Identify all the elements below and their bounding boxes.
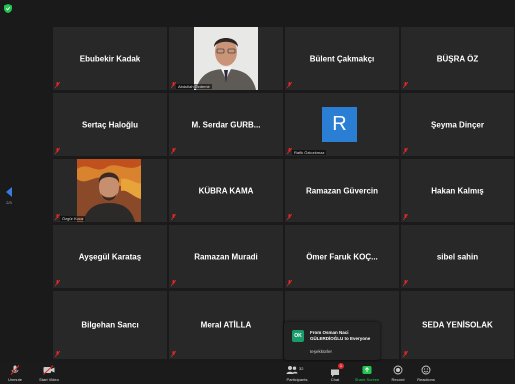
participant-tile[interactable]: Hakan Kalmış [401, 159, 514, 222]
chat-notification-popup[interactable]: OK From Osman Naci GÜLERDİOĞLU to Everyo… [284, 322, 380, 360]
chat-button[interactable]: 1 Chat [326, 363, 344, 382]
participant-tile[interactable]: sibel sahin [401, 225, 514, 288]
muted-mic-icon [403, 148, 408, 154]
participant-name: M. Serdar GURB... [191, 120, 261, 129]
muted-mic-icon [55, 148, 60, 154]
record-button[interactable]: Record [388, 365, 408, 382]
muted-mic-icon [171, 148, 176, 154]
participants-count: 32 [299, 366, 304, 371]
participant-name: sibel sahin [436, 252, 479, 261]
muted-mic-icon [403, 214, 408, 220]
muted-mic-icon [287, 214, 292, 220]
reactions-button[interactable]: Reactions [414, 365, 438, 382]
participant-video-feed [194, 27, 258, 90]
muted-mic-icon [55, 280, 60, 286]
participant-name: Sertaç Haloğlu [81, 120, 138, 129]
participant-tile[interactable]: Ömer Faruk KOÇ... [285, 225, 399, 288]
video-off-icon [43, 365, 55, 375]
chat-bubble-icon [331, 369, 339, 377]
meeting-toolbar: Unmute Start Video 32 Participants 1 Cha… [0, 362, 515, 384]
participant-name: Şeyma Dinçer [431, 120, 484, 129]
participant-tile[interactable]: KÜBRA KAMA [169, 159, 283, 222]
participant-name: Bilgehan Sancı [81, 320, 139, 330]
participant-tile[interactable]: Bülent Çakmakçı [285, 27, 399, 90]
participant-tile-video[interactable]: Abdullah Özdemir [169, 27, 283, 90]
participant-tile[interactable]: BÜŞRA ÖZ [401, 27, 514, 90]
muted-mic-icon [287, 280, 292, 286]
gallery-prev-page-button[interactable]: 2/3 [4, 187, 14, 211]
participant-tile[interactable]: Bilgehan Sancı [53, 291, 167, 359]
participant-name: Ömer Faruk KOÇ... [306, 252, 378, 261]
participant-name: BÜŞRA ÖZ [436, 54, 479, 63]
participants-label: Participants [286, 377, 308, 382]
participants-button[interactable]: 32 Participants [282, 365, 312, 382]
participant-name: Hakan Kalmış [431, 186, 484, 195]
participant-name: Bülent Çakmakçı [309, 54, 375, 63]
start-video-button[interactable]: Start Video [34, 365, 64, 382]
muted-mic-icon [171, 214, 176, 220]
participant-avatar: R [322, 107, 357, 142]
participant-name: Ramazan Güvercin [305, 186, 379, 195]
muted-mic-icon [287, 82, 292, 88]
participant-name: KÜBRA KAMA [198, 186, 254, 195]
chat-sender: From Osman Naci GÜLERDİOĞLU to Everyone [310, 330, 370, 342]
chat-sender-line2: GÜLERDİOĞLU to Everyone [310, 336, 371, 341]
participant-tile-video[interactable]: Özgür Koca [53, 159, 167, 222]
muted-mic-icon [403, 351, 408, 357]
smiley-icon [421, 365, 431, 375]
share-screen-label: Share Screen [354, 377, 380, 382]
muted-microphone-icon [10, 365, 20, 375]
participant-tile[interactable]: Sertaç Haloğlu [53, 93, 167, 156]
participant-tile[interactable]: Ramazan Muradi [169, 225, 283, 288]
record-icon [393, 365, 403, 375]
participant-tile[interactable]: Ayşegül Karataş [53, 225, 167, 288]
participant-tile[interactable]: Ebubekir Kadak [53, 27, 167, 90]
participant-caption: Abdullah Özdemir [176, 84, 212, 89]
window-top-bar [0, 0, 515, 22]
participant-tile[interactable]: Ramazan Güvercin [285, 159, 399, 222]
page-indicator: 2/3 [6, 200, 12, 205]
muted-mic-icon [55, 82, 60, 88]
unmute-button[interactable]: Unmute [2, 365, 28, 382]
participant-tile[interactable]: Meral ATİLLA [169, 291, 283, 359]
participant-name: Meral ATİLLA [200, 320, 252, 330]
muted-mic-icon [171, 280, 176, 286]
muted-mic-icon [403, 82, 408, 88]
share-screen-button[interactable]: Share Screen [352, 365, 382, 382]
muted-mic-icon [55, 351, 60, 357]
participant-tile[interactable]: SEDA YENİSOLAK [401, 291, 514, 359]
muted-mic-icon [403, 280, 408, 286]
share-screen-icon [362, 366, 372, 374]
participant-tile[interactable]: Şeyma Dinçer [401, 93, 514, 156]
participant-caption: Özgür Koca [60, 216, 86, 221]
chat-unread-badge: 1 [338, 363, 344, 369]
sender-initials-avatar: OK [292, 330, 304, 342]
chat-sender-line1: From Osman Naci [310, 330, 349, 335]
participant-name: SEDA YENİSOLAK [422, 320, 493, 330]
reactions-label: Reactions [417, 377, 435, 382]
participant-caption: Rafik Özkorkmaz [292, 150, 327, 155]
chevron-left-icon [6, 187, 12, 197]
record-label: Record [391, 377, 405, 382]
participant-name: Ebubekir Kadak [79, 54, 141, 63]
participants-icon [286, 366, 298, 374]
security-shield-icon[interactable] [4, 4, 12, 13]
participant-name: Ayşegül Karataş [78, 252, 142, 261]
muted-mic-icon [171, 351, 176, 357]
chat-message: teşekkürler [310, 349, 333, 354]
participant-tile[interactable]: M. Serdar GURB... [169, 93, 283, 156]
participant-video-feed [77, 159, 141, 222]
unmute-label: Unmute [7, 377, 22, 382]
start-video-label: Start Video [39, 377, 59, 382]
participant-name: Ramazan Muradi [194, 252, 258, 261]
